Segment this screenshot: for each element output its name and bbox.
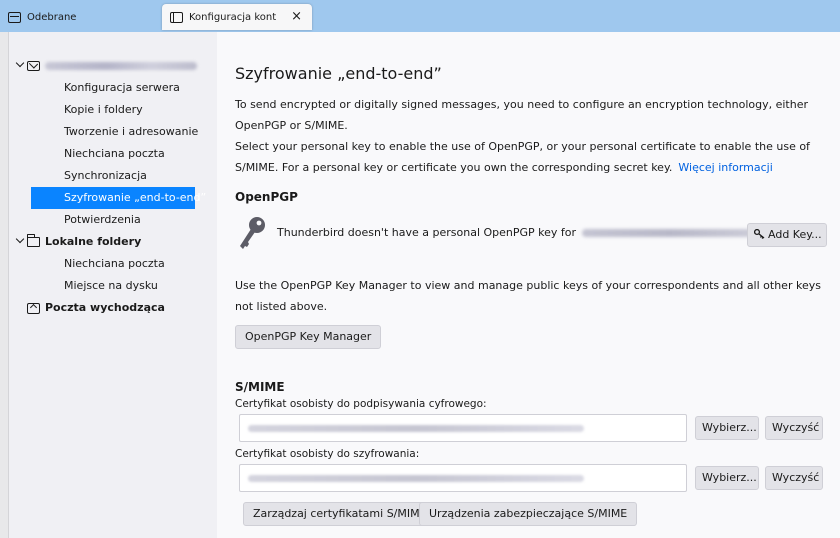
- sidebar-item-label: Miejsce na dysku: [64, 279, 158, 292]
- sidebar-item-label: Potwierdzenia: [64, 213, 141, 226]
- sidebar-item-composition[interactable]: Tworzenie i adresowanie: [9, 121, 217, 143]
- account-settings-frame: Konfiguracja serwera Kopie i foldery Two…: [8, 32, 840, 538]
- account-email-redacted: [45, 62, 197, 70]
- signing-cert-value-redacted: [248, 425, 584, 432]
- key-icon: [240, 217, 265, 249]
- chevron-down-icon[interactable]: [15, 59, 24, 68]
- encryption-cert-value-redacted: [248, 475, 584, 482]
- sidebar-item-label: Tworzenie i adresowanie: [64, 125, 199, 138]
- close-tab-icon[interactable]: ×: [291, 9, 302, 24]
- smime-heading: S/MIME: [235, 380, 285, 394]
- account-tree: Konfiguracja serwera Kopie i foldery Two…: [9, 32, 217, 538]
- no-key-message: Thunderbird doesn't have a personal Open…: [277, 226, 759, 239]
- encryption-cert-label: Certyfikat osobisty do szyfrowania:: [235, 448, 420, 460]
- signing-cert-select-button[interactable]: Wybierz...: [695, 416, 759, 440]
- sidebar-item-label: Konfiguracja serwera: [64, 81, 180, 94]
- sidebar-item-local-junk[interactable]: Niechciana poczta: [9, 253, 217, 275]
- sidebar-item-server-settings[interactable]: Konfiguracja serwera: [9, 77, 217, 99]
- local-folders-label: Lokalne foldery: [45, 235, 142, 248]
- tab-inbox-label: Odebrane: [27, 11, 77, 23]
- mail-icon: [27, 61, 40, 71]
- outbox-icon: [27, 303, 40, 314]
- encryption-cert-select-button[interactable]: Wybierz...: [695, 466, 759, 490]
- sidebar-item-label: Niechciana poczta: [64, 257, 165, 270]
- folder-icon: [27, 234, 40, 247]
- select-key-text: Select your personal key to enable the u…: [235, 136, 825, 178]
- key-small-icon: [754, 229, 765, 239]
- signing-cert-label: Certyfikat osobisty do podpisywania cyfr…: [235, 398, 487, 410]
- openpgp-heading: OpenPGP: [235, 190, 298, 204]
- tab-inbox[interactable]: Odebrane: [8, 4, 158, 30]
- e2e-settings-pane: Szyfrowanie „end-to-end” To send encrypt…: [217, 32, 840, 538]
- inbox-icon: [8, 11, 21, 23]
- sidebar-item-copies-folders[interactable]: Kopie i foldery: [9, 99, 217, 121]
- signing-cert-field[interactable]: [239, 414, 687, 442]
- outgoing-server-label: Poczta wychodząca: [45, 301, 165, 314]
- account-settings-icon: [170, 11, 183, 23]
- sidebar-item-junk[interactable]: Niechciana poczta: [9, 143, 217, 165]
- email-redacted: [582, 229, 759, 237]
- openpgp-key-manager-button[interactable]: OpenPGP Key Manager: [235, 325, 382, 349]
- intro-text: To send encrypted or digitally signed me…: [235, 98, 808, 132]
- sidebar-item-disk-space[interactable]: Miejsce na dysku: [9, 275, 217, 297]
- account-row[interactable]: [9, 55, 217, 77]
- more-info-link[interactable]: Więcej informacji: [678, 161, 772, 174]
- local-folders-row[interactable]: Lokalne foldery: [9, 231, 217, 253]
- tab-account-settings-label: Konfiguracja kont: [189, 11, 277, 23]
- sidebar-item-label: Szyfrowanie „end-to-end”: [64, 191, 207, 204]
- sidebar-item-label: Kopie i foldery: [64, 103, 143, 116]
- add-key-button[interactable]: Add Key...: [747, 223, 827, 247]
- key-manager-description: Use the OpenPGP Key Manager to view and …: [235, 279, 821, 313]
- add-key-label: Add Key...: [768, 228, 822, 241]
- chevron-down-icon[interactable]: [15, 235, 24, 244]
- encryption-cert-clear-button[interactable]: Wyczyść: [765, 466, 823, 490]
- no-key-text: Thunderbird doesn't have a personal Open…: [277, 226, 577, 239]
- sidebar-item-label: Synchronizacja: [64, 169, 147, 182]
- outgoing-server-row[interactable]: Poczta wychodząca: [9, 297, 217, 319]
- sidebar-item-label: Niechciana poczta: [64, 147, 165, 160]
- tab-account-settings[interactable]: Konfiguracja kont ×: [162, 4, 312, 30]
- sidebar-item-receipts[interactable]: Potwierdzenia: [9, 209, 217, 231]
- encryption-cert-field[interactable]: [239, 464, 687, 492]
- signing-cert-clear-button[interactable]: Wyczyść: [765, 416, 823, 440]
- sidebar-item-sync[interactable]: Synchronizacja: [9, 165, 217, 187]
- sidebar-item-e2e-encryption[interactable]: Szyfrowanie „end-to-end”: [31, 187, 206, 209]
- manage-smime-certs-button[interactable]: Zarządzaj certyfikatami S/MIME: [243, 502, 437, 526]
- smime-security-devices-button[interactable]: Urządzenia zabezpieczające S/MIME: [419, 502, 638, 526]
- tab-bar: Odebrane Konfiguracja kont ×: [0, 0, 840, 32]
- page-title: Szyfrowanie „end-to-end”: [235, 64, 442, 83]
